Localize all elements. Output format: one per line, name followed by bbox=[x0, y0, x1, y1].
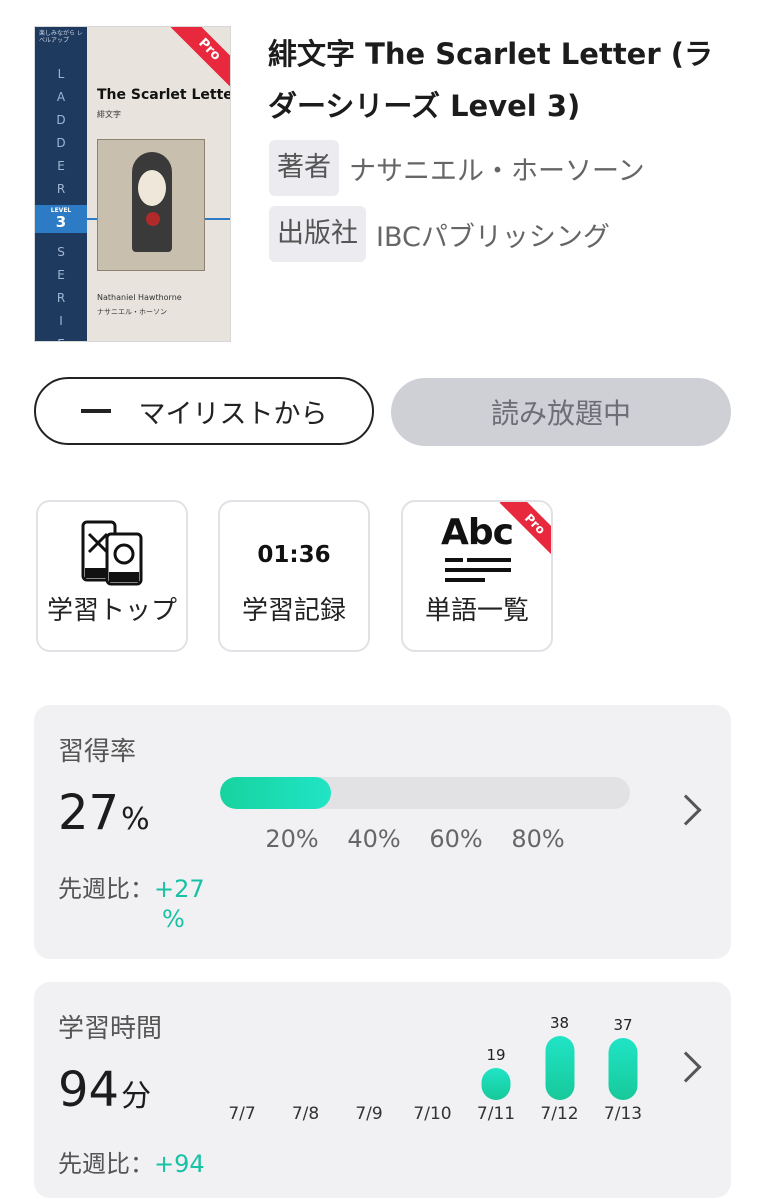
book-title: 緋文字 The Scarlet Letter (ラダーシリーズ Level 3) bbox=[268, 37, 713, 123]
chart-day-label: 7/12 bbox=[540, 1104, 579, 1124]
author-link[interactable]: ナサニエル・ホーソーン bbox=[349, 149, 645, 188]
mastery-progress-fill bbox=[220, 777, 331, 809]
mylist-button-label: マイリストから bbox=[138, 398, 328, 430]
chart-bar bbox=[545, 1036, 574, 1100]
chart-bar-value: 37 bbox=[613, 1015, 633, 1034]
mastery-tick-label: 60% bbox=[429, 825, 483, 853]
cover-series-letter: R bbox=[56, 291, 66, 305]
tile-word-list[interactable]: Abc 単語一覧 Pro bbox=[401, 500, 553, 652]
mastery-tick-label: 40% bbox=[347, 825, 401, 853]
mastery-week-over-week: 先週比：+27 bbox=[58, 875, 205, 903]
chart-day-label: 7/8 bbox=[291, 1104, 320, 1124]
cover-author-en: Nathaniel Hawthorne bbox=[97, 293, 182, 302]
chart-day-label: 7/10 bbox=[413, 1104, 452, 1124]
text-lines-icon bbox=[445, 558, 511, 582]
cover-series-letter: E bbox=[57, 268, 65, 282]
book-cover: 楽しみながら レベルアップ LADDERSERIES LEVEL 3 The S… bbox=[34, 26, 231, 342]
remove-from-mylist-button[interactable]: マイリストから bbox=[34, 377, 374, 445]
chart-bar bbox=[481, 1068, 511, 1100]
cover-illustration bbox=[97, 139, 205, 271]
chart-day-label: 7/11 bbox=[476, 1104, 516, 1124]
cover-series-letter: D bbox=[56, 136, 66, 150]
cover-title: The Scarlet Letter bbox=[97, 87, 231, 103]
publisher-label: 出版社 bbox=[269, 206, 366, 262]
cover-series-letter: A bbox=[56, 90, 66, 104]
cover-author-jp: ナサニエル・ホーソン bbox=[97, 308, 167, 316]
mastery-value: 27% bbox=[58, 785, 150, 841]
cover-series-letter: D bbox=[56, 113, 66, 127]
cover-series-letter: L bbox=[57, 67, 65, 81]
publisher-link[interactable]: IBCパブリッシング bbox=[376, 215, 610, 254]
tile-study-record-label: 学習記録 bbox=[241, 596, 346, 626]
mastery-tick-label: 80% bbox=[511, 825, 565, 853]
chevron-right-icon[interactable] bbox=[670, 794, 702, 826]
study-time-title: 学習時間 bbox=[58, 1014, 163, 1044]
chart-day-label: 7/7 bbox=[228, 1104, 256, 1124]
cover-tagline: 楽しみながら レベルアップ bbox=[39, 30, 83, 44]
author-label: 著者 bbox=[269, 140, 339, 196]
study-record-time: 01:36 bbox=[257, 542, 331, 568]
cover-series-letter: S bbox=[57, 245, 65, 259]
pro-badge: Pro bbox=[170, 27, 230, 89]
cover-level-badge: LEVEL 3 bbox=[35, 205, 87, 233]
minus-icon bbox=[80, 409, 111, 413]
tile-study-record[interactable]: 01:36 学習記録 bbox=[218, 500, 370, 652]
unlimited-reading-button[interactable]: 読み放題中 bbox=[391, 378, 731, 446]
author-row: 著者 ナサニエル・ホーソーン bbox=[269, 140, 645, 196]
mastery-tick-label: 20% bbox=[265, 825, 319, 853]
study-time-chart: 7/7 7/8 7/9 7/10 7/11 19 7/12 38 7/13 37 bbox=[224, 1012, 664, 1142]
cover-series-letter: R bbox=[56, 182, 66, 196]
mastery-progress-bar bbox=[220, 777, 630, 809]
cover-series-letter: E bbox=[57, 337, 65, 341]
mastery-card[interactable]: 習得率 27% 先週比：+27 % 20% 40% 60% 80% bbox=[34, 705, 731, 959]
tile-word-list-label: 単語一覧 bbox=[424, 596, 529, 626]
study-time-card[interactable]: 学習時間 94分 先週比：+94 7/7 7/8 7/9 7/10 7/11 19 7/12… bbox=[34, 982, 731, 1198]
study-time-value: 94分 bbox=[58, 1062, 152, 1118]
tile-study-top[interactable]: 学習トップ bbox=[36, 500, 188, 652]
chevron-right-icon[interactable] bbox=[670, 1051, 702, 1083]
tile-study-top-label: 学習トップ bbox=[46, 596, 177, 626]
cover-subtitle: 緋文字 bbox=[97, 110, 121, 119]
flashcards-icon bbox=[38, 516, 186, 588]
cover-series-letter: E bbox=[57, 159, 65, 173]
chart-day-label: 7/9 bbox=[355, 1104, 383, 1124]
cover-series-letter: I bbox=[59, 314, 63, 328]
chart-bar-value: 19 bbox=[486, 1046, 506, 1064]
chart-day-label: 7/13 bbox=[603, 1104, 643, 1124]
reading-button-label: 読み放題中 bbox=[490, 397, 631, 430]
chart-bar bbox=[608, 1037, 638, 1100]
mastery-title: 習得率 bbox=[58, 737, 137, 767]
study-time-week-over-week: 先週比：+94 bbox=[58, 1150, 205, 1178]
chart-bar-value: 38 bbox=[549, 1014, 570, 1032]
publisher-row: 出版社 IBCパブリッシング bbox=[269, 206, 610, 262]
mastery-week-over-week-unit: % bbox=[162, 905, 185, 933]
